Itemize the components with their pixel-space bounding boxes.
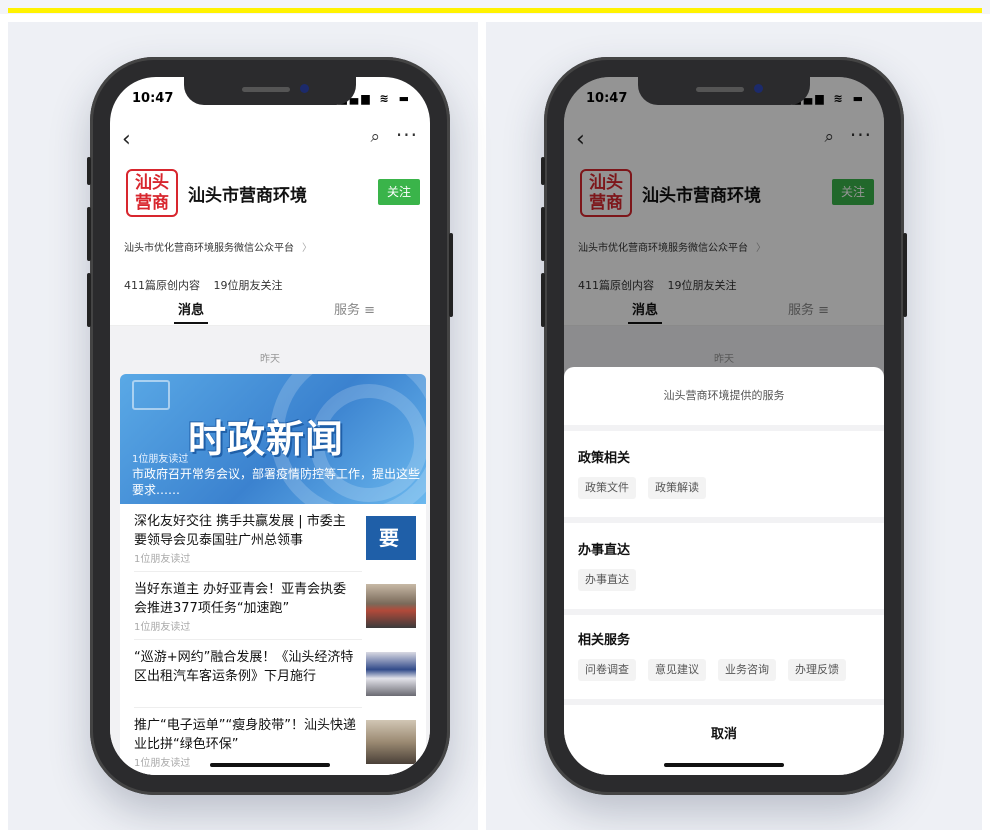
divider: [564, 609, 884, 615]
service-action-sheet: 汕头营商环境提供的服务 政策相关 政策文件 政策解读 办事直达 办事直达 相关服…: [564, 367, 884, 775]
tab-bar: 消息 服务 ≡: [110, 289, 430, 326]
section-heading: 政策相关: [578, 451, 631, 466]
article-reads: 1位朋友读过: [134, 622, 191, 633]
speaker-grille: [242, 87, 290, 92]
volume-up-button: [541, 207, 545, 261]
volume-up-button: [87, 207, 91, 261]
article-thumbnail: [366, 652, 416, 696]
article-thumbnail: 要 闻: [366, 516, 416, 594]
article-thumbnail: [366, 584, 416, 628]
top-accent-bar: [0, 0, 990, 14]
article-thumbnail: [366, 720, 416, 764]
date-label: 昨天: [260, 354, 280, 365]
speaker-grille: [696, 87, 744, 92]
phone-frame-left: 10:47 ▂▄▆ ≋ ▬ ‹ ⌕ ··· 汕头营商 汕头市营商环境 关注 汕头…: [87, 57, 453, 795]
list-item[interactable]: 当好东道主 办好亚青会！亚青会执委会推进377项任务“加速跑” 1位朋友读过: [120, 572, 426, 640]
divider: [564, 425, 884, 431]
yellow-rule: [8, 8, 982, 13]
article-title: “巡游+网约”融合发展！《汕头经济特区出租汽车客运条例》下月施行: [134, 650, 354, 684]
list-item[interactable]: “巡游+网约”融合发展！《汕头经济特区出租汽车客运条例》下月施行: [120, 640, 426, 708]
power-button: [449, 233, 453, 317]
back-icon[interactable]: ‹: [122, 127, 131, 152]
section-heading: 办事直达: [578, 543, 631, 558]
home-indicator[interactable]: [210, 763, 330, 767]
article-reads: 1位朋友读过: [134, 758, 191, 769]
chip-business-consult[interactable]: 业务咨询: [718, 659, 776, 681]
cancel-button[interactable]: 取消: [564, 723, 884, 742]
follow-button[interactable]: 关注: [378, 179, 420, 205]
phone-screen-right: 10:47 ▂▄▆ ≋ ▬ ‹ ⌕ ··· 汕头营商 汕头市营商环境 关注 汕头…: [564, 77, 884, 775]
volume-down-button: [541, 273, 545, 327]
phone-screen-left: 10:47 ▂▄▆ ≋ ▬ ‹ ⌕ ··· 汕头营商 汕头市营商环境 关注 汕头…: [110, 77, 430, 775]
chip-suggestions[interactable]: 意见建议: [648, 659, 706, 681]
banner-reads: 1位朋友读过: [132, 454, 189, 465]
active-tab-underline: [174, 322, 208, 324]
nav-bar: ‹ ⌕ ···: [110, 121, 430, 161]
banner-headline: 市政府召开常务会议，部署疫情防控等工作，提出这些要求……: [132, 467, 421, 497]
divider: [564, 517, 884, 523]
tab-messages[interactable]: 消息: [178, 299, 204, 318]
chevron-right-icon: 〉: [302, 243, 312, 254]
account-name: 汕头市营商环境: [188, 186, 307, 206]
article-list: 深化友好交往 携手共赢发展 | 市委主要领导会见泰国驻广州总领事 1位朋友读过 …: [120, 504, 426, 775]
article-title: 深化友好交往 携手共赢发展 | 市委主要领导会见泰国驻广州总领事: [134, 514, 346, 548]
account-logo: 汕头营商: [126, 169, 178, 217]
status-time: 10:47: [132, 91, 174, 106]
section-heading: 相关服务: [578, 633, 631, 648]
account-description-text: 汕头市优化营商环境服务微信公众平台: [124, 243, 294, 254]
message-feed[interactable]: 昨天 时政新闻 1位朋友读过 市政府召开常务会议，部署疫情防控等工作，提出这些要…: [110, 326, 430, 775]
power-button: [903, 233, 907, 317]
sheet-title: 汕头营商环境提供的服务: [663, 389, 785, 402]
notch: [638, 77, 810, 105]
chip-policy-interpretation[interactable]: 政策解读: [648, 477, 706, 499]
camera-icon: [300, 84, 309, 93]
featured-article-banner[interactable]: 时政新闻 1位朋友读过 市政府召开常务会议，部署疫情防控等工作，提出这些要求……: [120, 374, 426, 504]
phone-frame-right: 10:47 ▂▄▆ ≋ ▬ ‹ ⌕ ··· 汕头营商 汕头市营商环境 关注 汕头…: [541, 57, 907, 795]
more-icon[interactable]: ···: [396, 123, 418, 147]
chip-feedback[interactable]: 办理反馈: [788, 659, 846, 681]
volume-down-button: [87, 273, 91, 327]
mute-switch: [87, 157, 91, 185]
chip-policy-documents[interactable]: 政策文件: [578, 477, 636, 499]
book-icon: [132, 380, 170, 410]
divider: [564, 699, 884, 705]
notch: [184, 77, 356, 105]
mute-switch: [541, 157, 545, 185]
chip-questionnaire[interactable]: 问卷调查: [578, 659, 636, 681]
article-reads: 1位朋友读过: [134, 554, 191, 565]
tab-services[interactable]: 服务 ≡: [334, 299, 375, 318]
banner-title: 时政新闻: [188, 417, 345, 461]
chip-direct-service[interactable]: 办事直达: [578, 569, 636, 591]
article-title: 推广“电子运单”“瘦身胶带”！汕头快递业比拼“绿色环保”: [134, 718, 356, 752]
account-description[interactable]: 汕头市优化营商环境服务微信公众平台〉: [124, 239, 312, 254]
article-title: 当好东道主 办好亚青会！亚青会执委会推进377项任务“加速跑”: [134, 582, 347, 616]
camera-icon: [754, 84, 763, 93]
home-indicator[interactable]: [664, 763, 784, 767]
search-icon[interactable]: ⌕: [370, 127, 380, 147]
list-item[interactable]: 深化友好交往 携手共赢发展 | 市委主要领导会见泰国驻广州总领事 1位朋友读过 …: [120, 504, 426, 594]
